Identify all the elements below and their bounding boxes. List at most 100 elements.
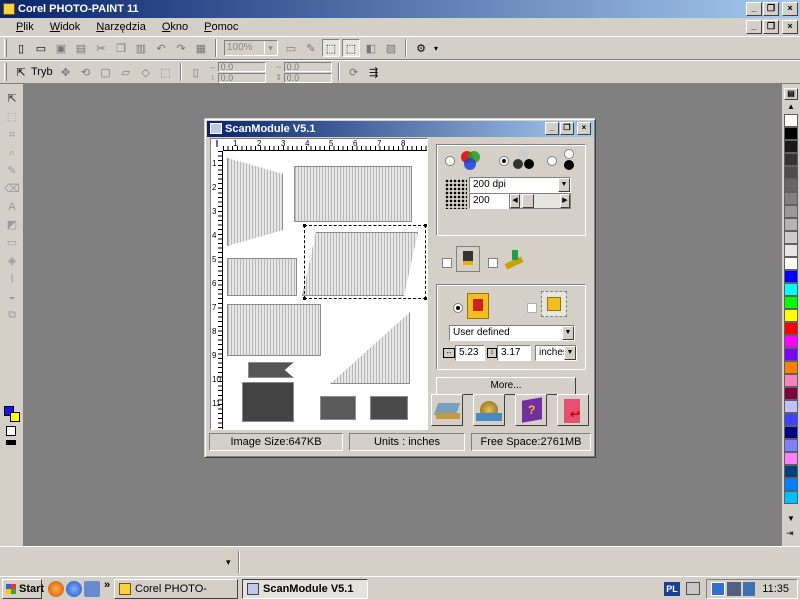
- x-position-field[interactable]: 0.0: [217, 61, 266, 72]
- minimize-button[interactable]: _: [746, 2, 762, 16]
- palette-swatch[interactable]: [784, 413, 798, 426]
- filter-checkbox[interactable]: [442, 258, 452, 268]
- palette-scroll-down-icon[interactable]: ▼: [787, 514, 795, 523]
- palette-swatch[interactable]: [784, 244, 798, 257]
- save-icon[interactable]: ▣: [52, 39, 70, 57]
- palette-swatch[interactable]: [784, 452, 798, 465]
- palette-swatch[interactable]: [784, 400, 798, 413]
- zoom-select[interactable]: 100%: [224, 40, 278, 56]
- palette-swatch[interactable]: [784, 374, 798, 387]
- selection-frame[interactable]: [303, 224, 427, 300]
- palette-swatch[interactable]: [784, 205, 798, 218]
- palette-swatch[interactable]: [784, 348, 798, 361]
- dialog-maximize-button[interactable]: ❐: [560, 122, 574, 135]
- crop-tool-icon[interactable]: ⌗: [4, 128, 20, 142]
- palette-swatch[interactable]: [784, 140, 798, 153]
- lock-ratio-icon[interactable]: ⟳: [345, 63, 363, 81]
- units-select[interactable]: inches ▼: [535, 345, 577, 361]
- slider-thumb[interactable]: [522, 194, 534, 208]
- more-button[interactable]: More...: [436, 377, 576, 395]
- palette-swatch[interactable]: [784, 192, 798, 205]
- color-mode-radio[interactable]: [445, 156, 455, 166]
- selection-handle[interactable]: [303, 224, 306, 227]
- text-tool-icon[interactable]: A: [4, 200, 20, 214]
- palette-swatch[interactable]: [784, 387, 798, 400]
- paste-icon[interactable]: ▥: [132, 39, 150, 57]
- eyedropper-tool-icon[interactable]: ✎: [4, 164, 20, 178]
- mask-marquee-icon[interactable]: ⬚: [322, 39, 340, 57]
- firefox-icon[interactable]: [48, 581, 64, 597]
- palette-swatch[interactable]: [784, 491, 798, 504]
- ruler-units-toggle[interactable]: I: [211, 139, 223, 151]
- scan-preview[interactable]: I 1 2 3 4 5 6 7 8 1 2 3 4 5 6 7 8 9 10 11: [210, 138, 428, 430]
- menu-narzedzia[interactable]: Narzędzia: [90, 21, 152, 33]
- anchor-icon[interactable]: ▯: [187, 63, 205, 81]
- perspective-mode-icon[interactable]: ⬚: [157, 63, 175, 81]
- palette-swatch[interactable]: [784, 478, 798, 491]
- fill-color-swatch[interactable]: [6, 426, 16, 436]
- tray-app-icon[interactable]: [711, 582, 725, 596]
- palette-swatch[interactable]: [784, 426, 798, 439]
- dialog-minimize-button[interactable]: _: [545, 122, 559, 135]
- menu-widok[interactable]: Widok: [44, 21, 87, 33]
- lens-icon[interactable]: ▨: [382, 39, 400, 57]
- rectangle-tool-icon[interactable]: ▭: [4, 236, 20, 250]
- resolution-value-field[interactable]: 200: [469, 193, 509, 209]
- import-icon[interactable]: ▦: [192, 39, 210, 57]
- zoom-tool-icon[interactable]: ⌕: [4, 146, 20, 160]
- resolution-select[interactable]: 200 dpi ▼: [469, 177, 571, 193]
- undo-icon[interactable]: ↶: [152, 39, 170, 57]
- task-scanmodule[interactable]: ScanModule V5.1: [242, 579, 368, 599]
- cut-icon[interactable]: ✂: [92, 39, 110, 57]
- palette-swatch[interactable]: [784, 296, 798, 309]
- units-dropdown-icon[interactable]: ▼: [564, 346, 576, 360]
- clock[interactable]: 11:35: [762, 580, 789, 598]
- fill-tool-icon[interactable]: ◈: [4, 254, 20, 268]
- background-color-swatch[interactable]: [10, 412, 20, 422]
- help-book-icon[interactable]: ?: [515, 394, 547, 426]
- palette-options-icon[interactable]: ▤: [784, 88, 798, 100]
- keyboard-icon[interactable]: [686, 582, 700, 595]
- palette-swatch[interactable]: [784, 270, 798, 283]
- preview-image[interactable]: [224, 152, 427, 429]
- resolution-dropdown-icon[interactable]: ▼: [558, 178, 570, 192]
- copy-icon[interactable]: ❐: [112, 39, 130, 57]
- selection-handle[interactable]: [424, 224, 427, 227]
- palette-swatch[interactable]: [784, 114, 798, 127]
- redo-icon[interactable]: ↷: [172, 39, 190, 57]
- scan-width-field[interactable]: 5.23: [455, 345, 485, 361]
- mask-tool-icon[interactable]: ⬚: [4, 110, 20, 124]
- language-indicator[interactable]: PL: [664, 582, 680, 596]
- palette-swatch[interactable]: [784, 465, 798, 478]
- close-button[interactable]: ×: [782, 2, 798, 16]
- lineart-mode-radio[interactable]: [547, 156, 557, 166]
- menu-pomoc[interactable]: Pomoc: [198, 21, 244, 33]
- palette-swatch[interactable]: [784, 179, 798, 192]
- object-tool-icon[interactable]: ◩: [4, 218, 20, 232]
- apply-icon[interactable]: ⇶: [365, 63, 383, 81]
- toolbar-grip[interactable]: [4, 39, 7, 57]
- fullscreen-icon[interactable]: ▭: [282, 39, 300, 57]
- slider-left-arrow-icon[interactable]: ◀: [510, 194, 520, 208]
- mdi-close-button[interactable]: ×: [782, 20, 798, 34]
- scale-mode-select[interactable]: User defined ▼: [449, 325, 575, 341]
- scale-mode-dropdown-icon[interactable]: ▼: [562, 326, 574, 340]
- exit-door-icon[interactable]: ↩: [557, 394, 589, 426]
- effect-tool-icon[interactable]: ◒: [4, 290, 20, 304]
- palette-swatch[interactable]: [784, 335, 798, 348]
- mask-overlay-icon[interactable]: ◧: [362, 39, 380, 57]
- dialog-close-button[interactable]: ×: [577, 122, 591, 135]
- menu-okno[interactable]: Okno: [156, 21, 194, 33]
- pick-tool-icon[interactable]: ⇱: [4, 92, 20, 106]
- scan-height-field[interactable]: 3.17: [497, 345, 531, 361]
- mdi-restore-button[interactable]: ❐: [763, 20, 779, 34]
- palette-swatch[interactable]: [784, 153, 798, 166]
- zoom-preview-button[interactable]: [473, 394, 505, 426]
- dialog-titlebar[interactable]: ScanModule V5.1 _ ❐ ×: [207, 121, 593, 137]
- object-marquee-icon[interactable]: ⬚: [342, 39, 360, 57]
- brush-icon[interactable]: ✎: [302, 39, 320, 57]
- palette-swatch[interactable]: [784, 439, 798, 452]
- toolbar-grip-2[interactable]: [4, 63, 7, 81]
- new-file-icon[interactable]: ▯: [12, 39, 30, 57]
- task-corel-photo-paint[interactable]: Corel PHOTO-PAINT 11: [114, 579, 238, 599]
